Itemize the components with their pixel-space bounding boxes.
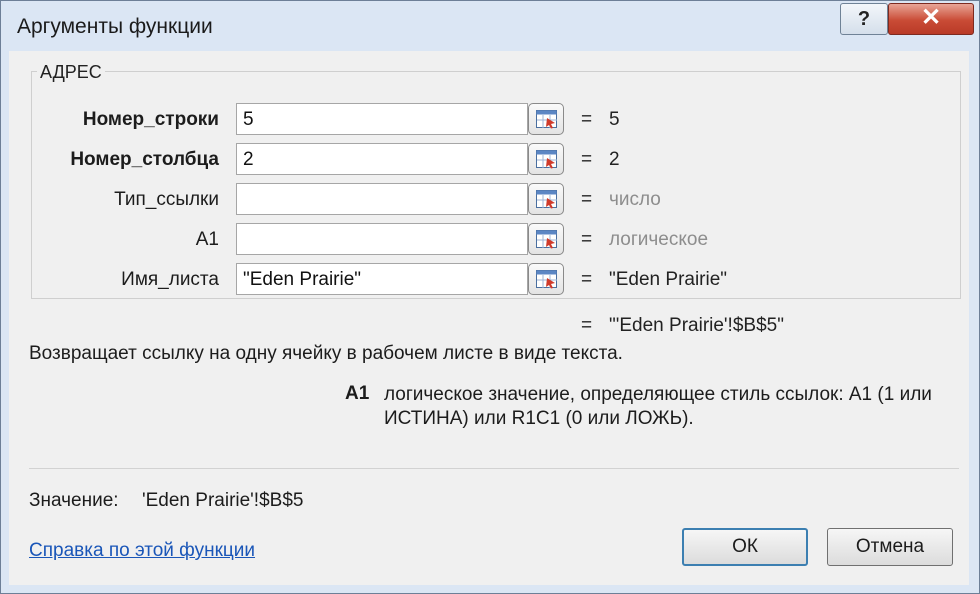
arg-input-row-number[interactable]: 5 — [236, 103, 528, 135]
arg-input-a1[interactable] — [236, 223, 528, 255]
arg-label-a1: A1 — [195, 229, 219, 250]
range-select-button-row-number[interactable] — [528, 103, 564, 135]
dialog-title: Аргументы функции — [17, 15, 213, 38]
equals-sign: = — [581, 315, 593, 336]
close-button[interactable]: ✕ — [888, 3, 974, 35]
value-text: 'Eden Prairie'!$B$5 — [142, 490, 304, 511]
arg-result-sheet-name: "Eden Prairie" — [609, 269, 728, 290]
arg-input-ref-type[interactable] — [236, 183, 528, 215]
equals-sign: = — [581, 109, 593, 130]
arg-label-ref-type: Тип_ссылки — [114, 189, 219, 210]
dialog-body: АДРЕС Номер_строки 5 = 5 Номер_столбца 2 — [9, 51, 969, 585]
argument-help-name: A1 — [345, 383, 370, 404]
arg-result-row-number: 5 — [609, 109, 620, 130]
arg-result-ref-type: число — [609, 189, 661, 210]
arg-label-sheet-name: Имя_листа — [121, 269, 219, 290]
range-select-icon — [536, 110, 557, 129]
ok-button[interactable]: ОК — [682, 528, 808, 566]
equals-sign: = — [581, 149, 593, 170]
argument-help-text: логическое значение, определяющее стиль … — [384, 384, 932, 429]
range-select-icon — [536, 270, 557, 289]
range-select-button-a1[interactable] — [528, 223, 564, 255]
range-select-icon — [536, 230, 557, 249]
range-select-icon — [536, 150, 557, 169]
arg-label-row-number: Номер_строки — [82, 109, 219, 130]
range-select-icon — [536, 190, 557, 209]
function-help-link[interactable]: Справка по этой функции — [29, 540, 255, 562]
function-description: Возвращает ссылку на одну ячейку в рабоч… — [29, 343, 623, 364]
divider — [29, 468, 959, 469]
help-button[interactable]: ? — [840, 3, 888, 35]
arg-input-column-number[interactable]: 2 — [236, 143, 528, 175]
range-select-button-ref-type[interactable] — [528, 183, 564, 215]
equals-sign: = — [581, 229, 593, 250]
cancel-button[interactable]: Отмена — [827, 528, 953, 566]
equals-sign: = — [581, 269, 593, 290]
function-arguments-dialog: Аргументы функции ? ✕ АДРЕС Номер_строки… — [0, 0, 980, 594]
arg-result-column-number: 2 — [609, 149, 620, 170]
range-select-button-sheet-name[interactable] — [528, 263, 564, 295]
arg-input-sheet-name[interactable]: "Eden Prairie" — [236, 263, 528, 295]
value-label: Значение: — [29, 490, 119, 511]
function-name: АДРЕС — [37, 62, 105, 83]
arg-result-a1: логическое — [609, 229, 709, 250]
formula-result: "'Eden Prairie'!$B$5" — [609, 315, 784, 336]
range-select-button-column-number[interactable] — [528, 143, 564, 175]
arg-label-column-number: Номер_столбца — [70, 149, 219, 170]
equals-sign: = — [581, 189, 593, 210]
